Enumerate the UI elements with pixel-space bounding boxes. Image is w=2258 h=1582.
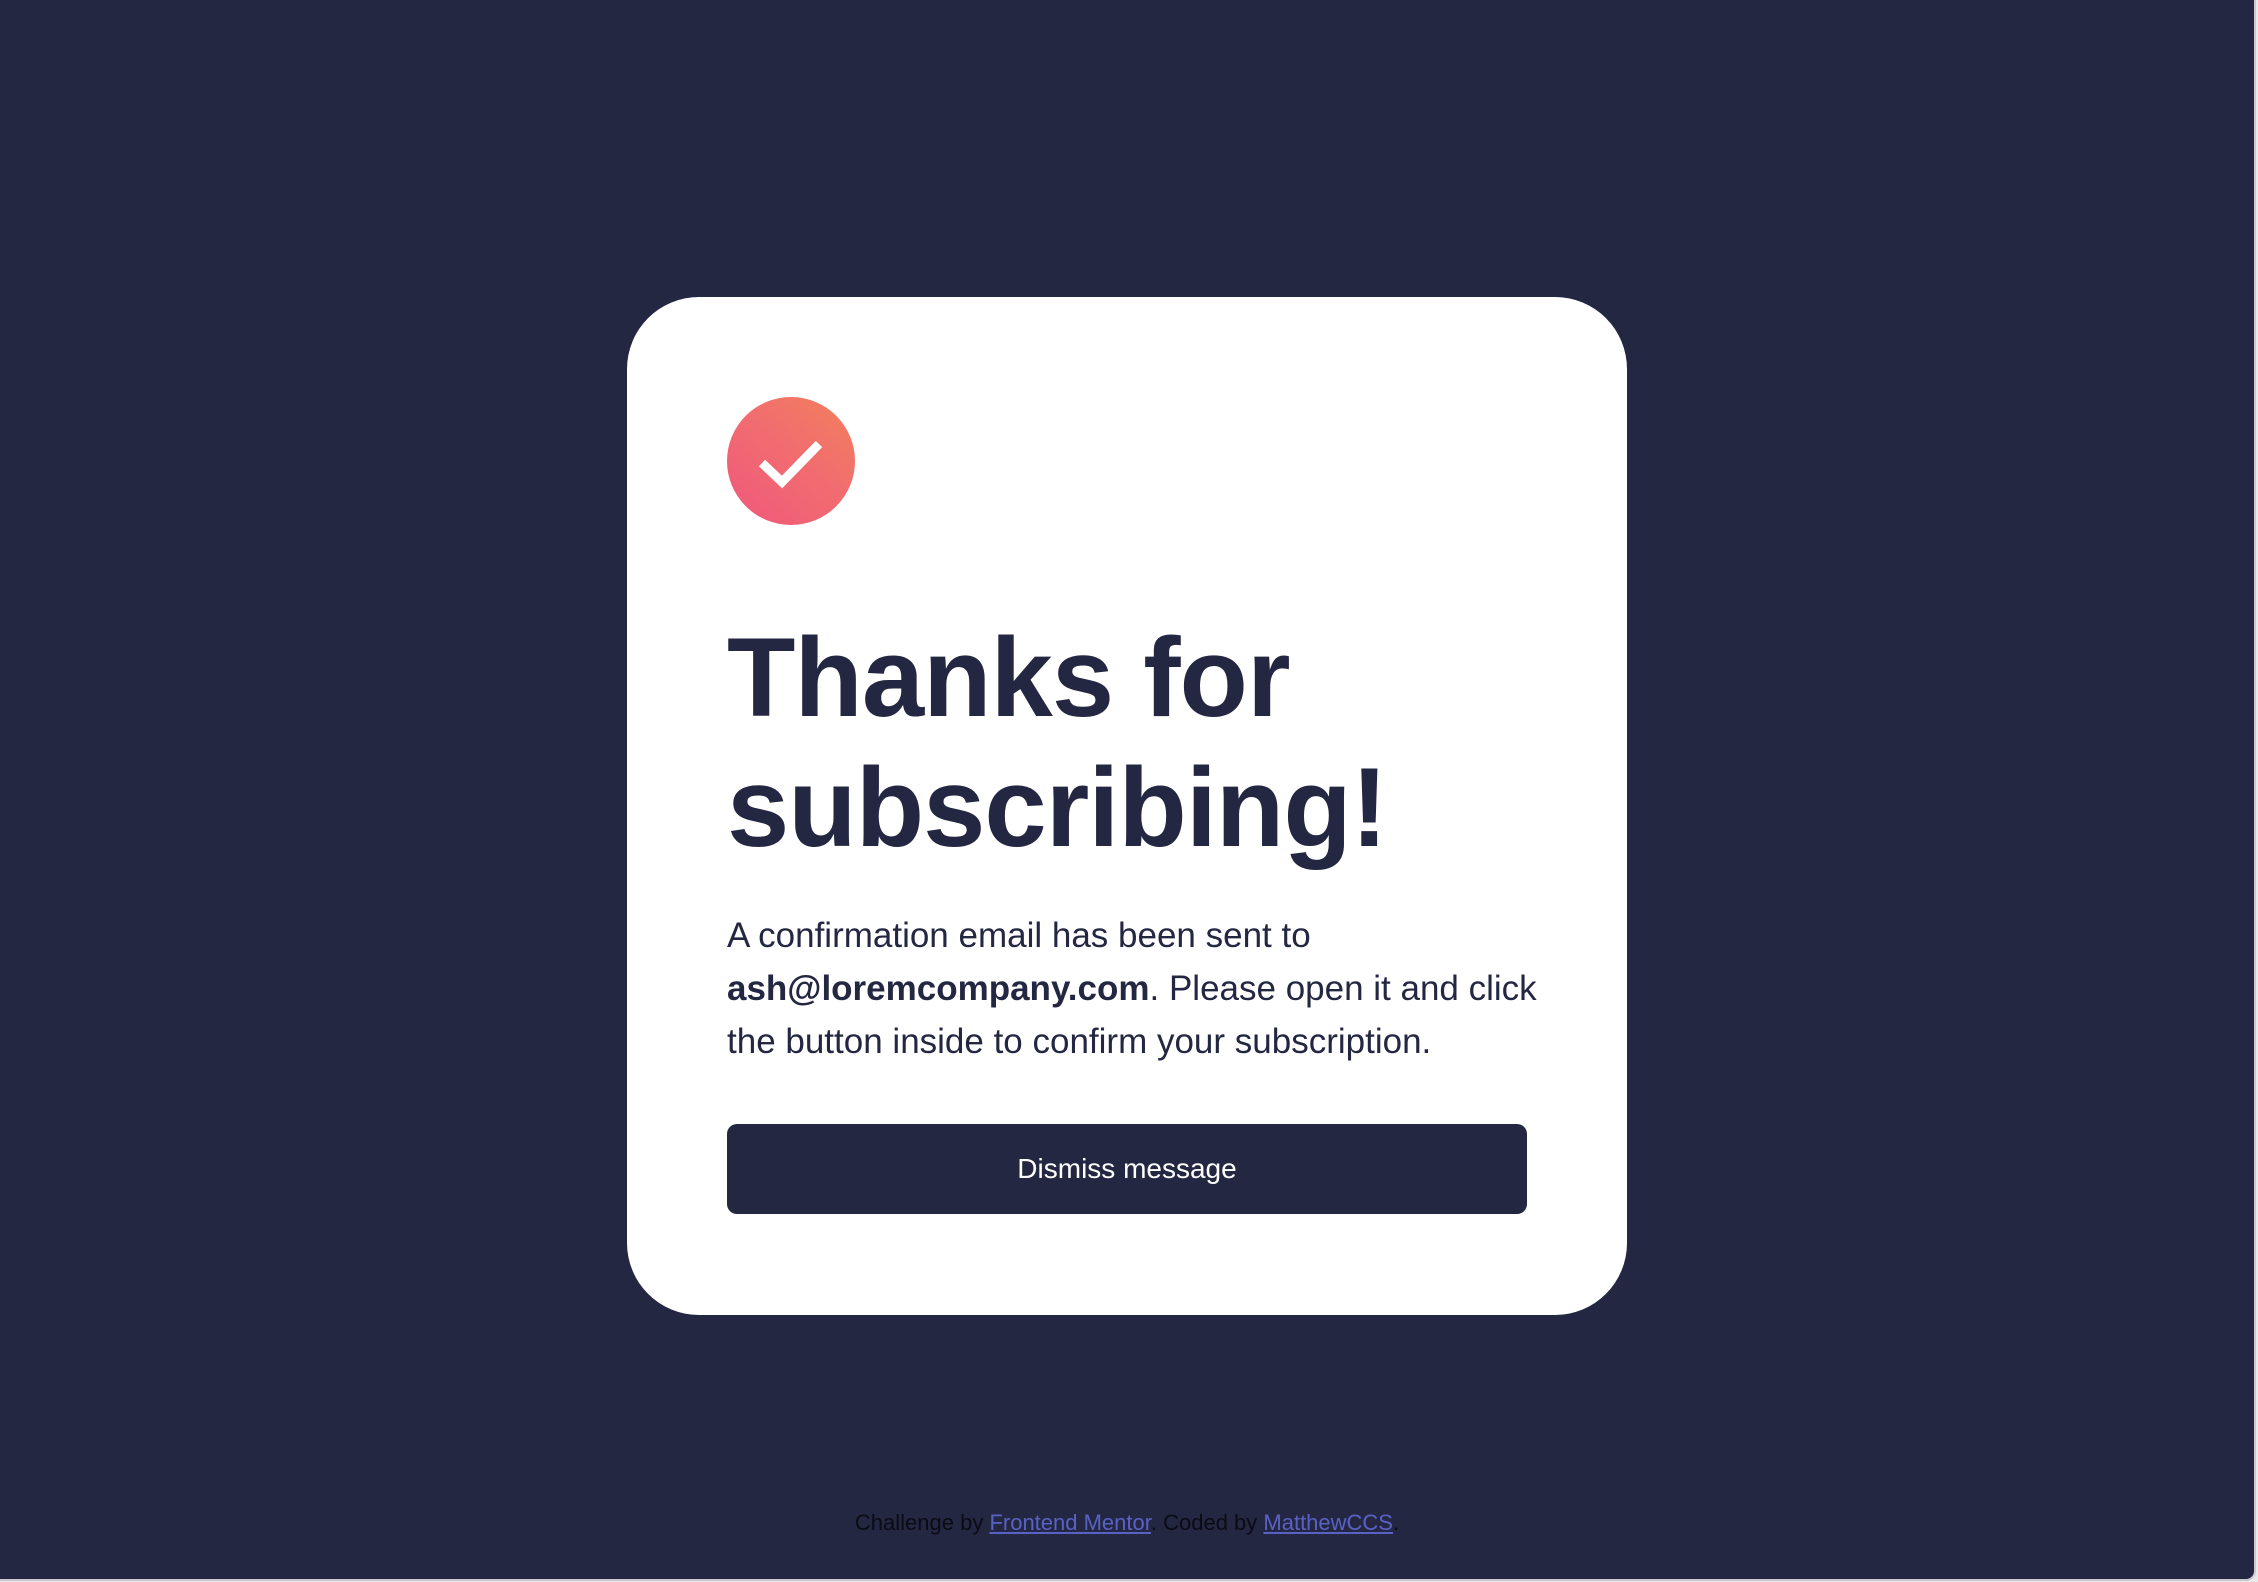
success-check-icon bbox=[727, 397, 855, 525]
page-title: Thanks for subscribing! bbox=[727, 615, 1388, 870]
author-link[interactable]: MatthewCCS bbox=[1263, 1510, 1393, 1535]
attribution-end-text: . bbox=[1392, 1510, 1400, 1535]
message-text-before: A confirmation email has been sent to bbox=[727, 916, 1311, 955]
attribution-coded-text: . Coded by bbox=[1150, 1510, 1264, 1535]
email-address: ash@loremcompany.com bbox=[727, 969, 1150, 1008]
attribution: Challenge by Frontend Mentor. Coded by M… bbox=[0, 1508, 2254, 1538]
success-card: Thanks for subscribing! A confirmation e… bbox=[627, 297, 1627, 1315]
dismiss-button[interactable]: Dismiss message bbox=[727, 1124, 1527, 1214]
attribution-challenge-text: Challenge by bbox=[854, 1510, 990, 1535]
page-background: Thanks for subscribing! A confirmation e… bbox=[0, 0, 2256, 1581]
confirmation-message: A confirmation email has been sent to as… bbox=[727, 909, 1547, 1068]
frontend-mentor-link[interactable]: Frontend Mentor bbox=[989, 1510, 1150, 1535]
checkmark-icon bbox=[758, 440, 823, 489]
